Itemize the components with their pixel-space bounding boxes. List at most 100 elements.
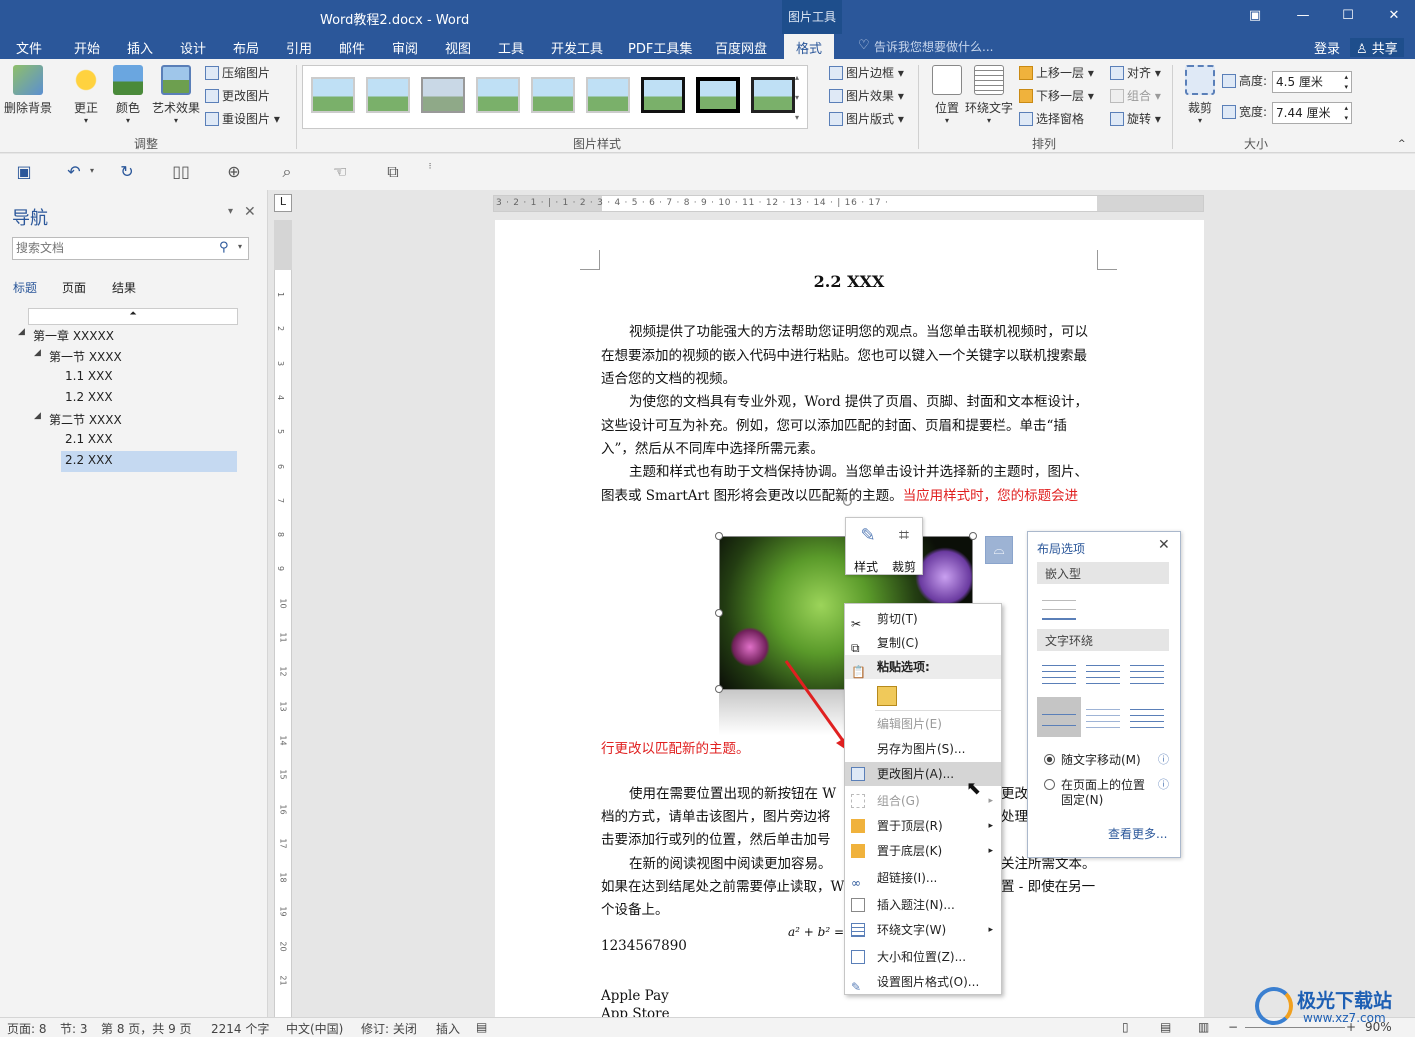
- nav-tab-headings[interactable]: 标题: [13, 279, 37, 296]
- status-track-changes[interactable]: 修订: 关闭: [361, 1020, 417, 1037]
- through-wrap-icon[interactable]: [1130, 660, 1164, 688]
- bring-forward-button[interactable]: 上移一层 ▾: [1019, 63, 1094, 83]
- tree-item-selected[interactable]: 2.2 XXX: [61, 451, 237, 472]
- style-button[interactable]: 样式: [854, 556, 878, 580]
- nav-tab-pages[interactable]: 页面: [62, 279, 86, 296]
- tab-insert[interactable]: 插入: [127, 38, 153, 57]
- crop-icon[interactable]: ⌗: [892, 524, 916, 548]
- picture-layout-button[interactable]: 图片版式 ▾: [829, 109, 904, 129]
- tree-item[interactable]: 第一节 XXXX: [49, 348, 122, 365]
- undo-icon[interactable]: ↶: [64, 162, 84, 182]
- tab-home[interactable]: 开始: [74, 38, 100, 57]
- maximize-icon[interactable]: ☐: [1338, 8, 1358, 26]
- save-icon[interactable]: ▣: [14, 162, 34, 182]
- touch-icon[interactable]: ☜: [330, 162, 350, 182]
- customize-icon[interactable]: ⁝: [420, 162, 440, 182]
- align-button[interactable]: 对齐 ▾: [1110, 63, 1161, 83]
- status-section[interactable]: 节: 3: [60, 1020, 88, 1037]
- status-insert-mode[interactable]: 插入: [436, 1020, 460, 1037]
- preview-icon[interactable]: ⌕: [277, 162, 297, 182]
- inline-with-text-icon[interactable]: [1042, 592, 1076, 620]
- picture-border-button[interactable]: 图片边框 ▾: [829, 63, 904, 83]
- menu-item-copy[interactable]: ⧉ 复制(C): [845, 631, 1001, 655]
- compress-pictures-button[interactable]: 压缩图片: [205, 63, 270, 83]
- layout-options-icon[interactable]: ⌓: [985, 536, 1013, 564]
- nav-close-icon[interactable]: ✕: [244, 204, 256, 220]
- style-thumb[interactable]: [421, 77, 465, 113]
- tab-mailings[interactable]: 邮件: [339, 38, 365, 57]
- status-page[interactable]: 页面: 8: [7, 1020, 47, 1037]
- fix-position-radio[interactable]: [1044, 779, 1055, 790]
- style-thumb[interactable]: [476, 77, 520, 113]
- collapse-ribbon-icon[interactable]: ^: [1398, 139, 1406, 149]
- wrap-text-button[interactable]: 环绕文字 ▾: [964, 65, 1014, 125]
- zoom-out-icon[interactable]: −: [1228, 1020, 1238, 1034]
- collapse-all-button[interactable]: ⏶: [28, 308, 238, 325]
- gallery-scroll[interactable]: ▴ ▾ ▾: [795, 68, 799, 128]
- tab-review[interactable]: 审阅: [392, 38, 418, 57]
- menu-item-cut[interactable]: ✂ 剪切(T): [845, 607, 1001, 631]
- menu-item-hyperlink[interactable]: ∞ 超链接(I)...: [845, 866, 1001, 890]
- tab-tools[interactable]: 工具: [498, 38, 524, 57]
- layout-close-icon[interactable]: ✕: [1158, 537, 1170, 553]
- tell-me-box[interactable]: 告诉我您想要做什么...: [874, 38, 993, 55]
- web-icon[interactable]: ⊕: [224, 162, 244, 182]
- columns-icon[interactable]: ▯▯: [171, 162, 191, 182]
- tight-wrap-icon[interactable]: [1086, 660, 1120, 688]
- tab-design[interactable]: 设计: [180, 38, 206, 57]
- tree-item[interactable]: 第二节 XXXX: [49, 411, 122, 428]
- tab-developer[interactable]: 开发工具: [551, 38, 603, 57]
- menu-item-size-position[interactable]: 大小和位置(Z)...: [845, 945, 1001, 969]
- menu-item-format-picture[interactable]: ✎ 设置图片格式(O)...: [845, 970, 1001, 994]
- style-thumb[interactable]: [586, 77, 630, 113]
- search-field[interactable]: [13, 238, 203, 258]
- move-with-text-radio[interactable]: [1044, 754, 1055, 765]
- search-input[interactable]: ⚲ ▾: [12, 237, 249, 260]
- rotate-button[interactable]: 旋转 ▾: [1110, 109, 1161, 129]
- selection-pane-button[interactable]: 选择窗格: [1019, 109, 1084, 129]
- close-icon[interactable]: ✕: [1384, 8, 1404, 26]
- redo-icon[interactable]: ↻: [117, 162, 137, 182]
- tab-view[interactable]: 视图: [445, 38, 471, 57]
- see-more-link[interactable]: 查看更多...: [1108, 825, 1167, 842]
- position-button[interactable]: 位置 ▾: [925, 65, 969, 125]
- paste-option[interactable]: [845, 682, 1001, 710]
- login-link[interactable]: 登录: [1314, 38, 1340, 57]
- share-button[interactable]: ♙ 共享: [1350, 38, 1404, 57]
- more-icon[interactable]: ⧉: [383, 162, 403, 182]
- tab-references[interactable]: 引用: [286, 38, 312, 57]
- search-icon[interactable]: ⚲: [219, 240, 229, 255]
- tab-format[interactable]: 格式: [784, 34, 835, 59]
- width-input[interactable]: 7.44 厘米 ▴ ▾: [1272, 102, 1352, 124]
- nav-tab-results[interactable]: 结果: [112, 279, 136, 296]
- read-mode-icon[interactable]: ▯: [1122, 1020, 1129, 1034]
- change-picture-button[interactable]: 更改图片: [205, 86, 270, 106]
- web-layout-icon[interactable]: ▥: [1198, 1020, 1209, 1034]
- tree-item[interactable]: 1.2 XXX: [65, 390, 113, 404]
- menu-item-save-as-picture[interactable]: 另存为图片(S)...: [845, 737, 1001, 761]
- print-layout-icon[interactable]: ▤: [1160, 1020, 1171, 1034]
- tree-item[interactable]: 1.1 XXX: [65, 369, 113, 383]
- tab-pdf[interactable]: PDF工具集: [628, 38, 692, 57]
- group-button[interactable]: 组合 ▾: [1110, 86, 1161, 106]
- status-page-count[interactable]: 第 8 页，共 9 页: [101, 1020, 192, 1037]
- menu-item-edit-picture[interactable]: 编辑图片(E): [845, 712, 1001, 736]
- menu-item-send-to-back[interactable]: 置于底层(K) ▸: [845, 839, 1001, 863]
- tree-item[interactable]: 第一章 XXXXX: [33, 327, 114, 344]
- tab-baidu[interactable]: 百度网盘: [715, 38, 767, 57]
- tab-file[interactable]: 文件: [16, 38, 42, 57]
- status-language[interactable]: 中文(中国): [286, 1020, 343, 1037]
- crop-button[interactable]: 裁剪 ▾: [1178, 65, 1222, 125]
- style-icon[interactable]: ✎: [854, 524, 882, 548]
- remove-background-button[interactable]: 删除背景: [4, 65, 52, 116]
- style-thumb[interactable]: [641, 77, 685, 113]
- status-word-count[interactable]: 2214 个字: [211, 1020, 269, 1037]
- macro-icon[interactable]: ▤: [476, 1020, 487, 1034]
- resize-handle[interactable]: [969, 532, 977, 540]
- in-front-text-icon[interactable]: [1130, 704, 1164, 732]
- resize-handle[interactable]: [715, 532, 723, 540]
- square-wrap-icon[interactable]: [1042, 660, 1076, 688]
- tab-layout[interactable]: 布局: [233, 38, 259, 57]
- rotate-handle-icon[interactable]: ↻: [840, 490, 853, 514]
- send-backward-button[interactable]: 下移一层 ▾: [1019, 86, 1094, 106]
